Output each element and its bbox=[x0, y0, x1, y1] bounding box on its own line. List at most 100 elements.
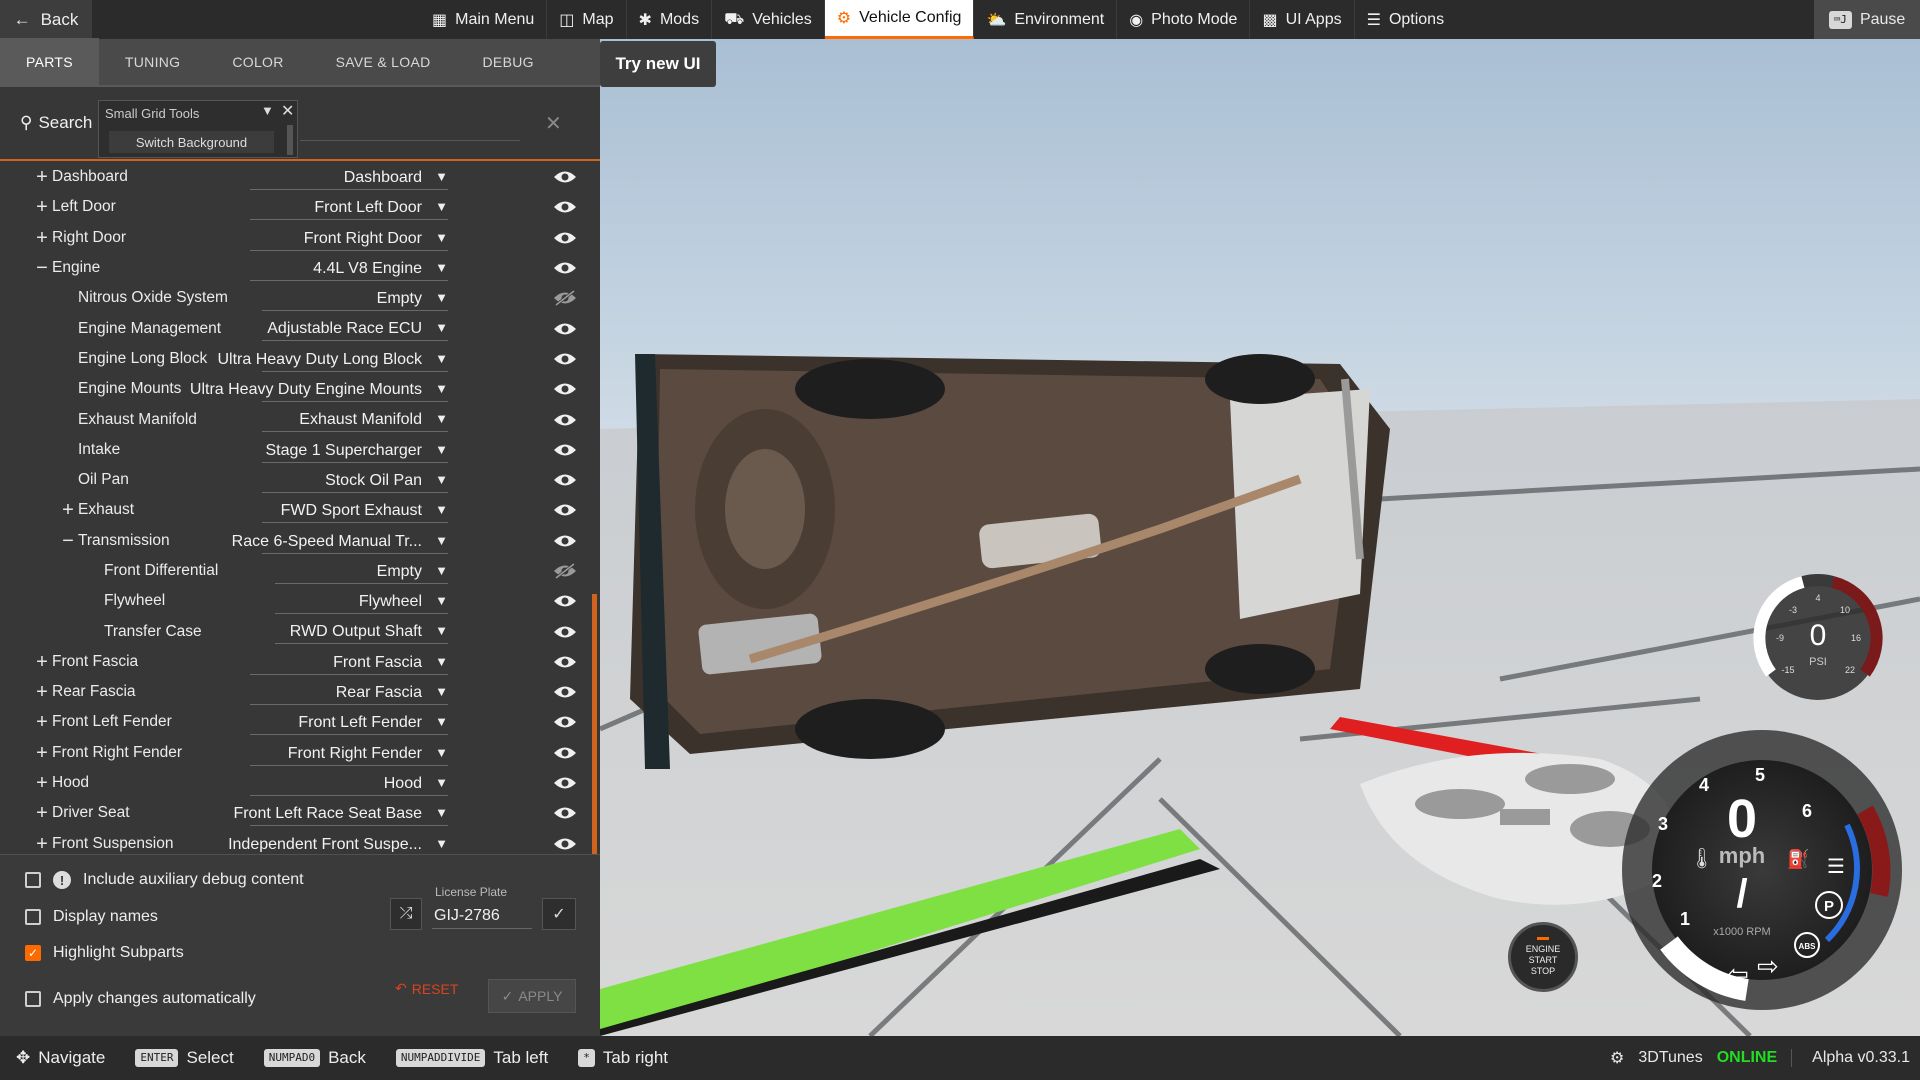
reset-button[interactable]: ↶ RESET bbox=[395, 980, 458, 997]
part-select[interactable]: Front Left Fender ▼ bbox=[250, 711, 448, 736]
expand-icon[interactable]: + bbox=[34, 197, 50, 217]
option-display-names[interactable]: Display names bbox=[25, 908, 158, 926]
eye-icon[interactable] bbox=[553, 745, 577, 761]
license-plate-input[interactable] bbox=[432, 903, 532, 929]
pause-button[interactable]: ⌨J Pause bbox=[1814, 0, 1920, 39]
part-select[interactable]: Empty ▼ bbox=[262, 287, 448, 312]
close-icon[interactable]: ✕ bbox=[281, 101, 294, 121]
part-select[interactable]: Ultra Heavy Duty Long Block ▼ bbox=[217, 348, 448, 372]
try-new-ui-button[interactable]: Try new UI bbox=[600, 41, 716, 87]
part-select[interactable]: Stock Oil Pan ▼ bbox=[262, 469, 448, 493]
search-input[interactable] bbox=[300, 115, 520, 141]
expand-icon[interactable]: + bbox=[34, 712, 50, 732]
part-select[interactable]: Stage 1 Supercharger ▼ bbox=[262, 439, 448, 463]
eye-icon[interactable] bbox=[553, 230, 577, 246]
expand-icon[interactable]: + bbox=[34, 652, 50, 672]
grid-tools-scrollbar[interactable] bbox=[287, 125, 293, 155]
expand-icon[interactable]: + bbox=[34, 228, 50, 248]
eye-icon[interactable] bbox=[553, 169, 577, 185]
eye-icon[interactable] bbox=[553, 836, 577, 852]
tab-save-load[interactable]: SAVE & LOAD bbox=[310, 38, 457, 86]
eye-icon[interactable] bbox=[553, 321, 577, 337]
highlight-subparts-checkbox[interactable]: ✓ bbox=[25, 945, 41, 961]
part-select[interactable]: Race 6-Speed Manual Tr... ▼ bbox=[232, 530, 448, 554]
switch-background-button[interactable]: Switch Background bbox=[109, 131, 274, 153]
part-select-value: Front Right Fender bbox=[287, 744, 422, 762]
nav-vehicle-config[interactable]: ⚙ Vehicle Config bbox=[824, 0, 975, 39]
confirm-plate-button[interactable]: ✓ bbox=[542, 898, 576, 930]
filter-icon[interactable]: ▼ bbox=[261, 103, 274, 118]
expand-icon[interactable]: + bbox=[34, 803, 50, 823]
back-button[interactable]: ← Back bbox=[0, 0, 92, 39]
tab-parts[interactable]: PARTS bbox=[0, 38, 99, 86]
part-select[interactable]: Front Left Door ▼ bbox=[250, 196, 448, 221]
eye-icon[interactable] bbox=[553, 502, 577, 518]
tab-color[interactable]: COLOR bbox=[206, 38, 309, 86]
nav-options[interactable]: ☰ Options bbox=[1355, 0, 1456, 39]
collapse-icon[interactable]: − bbox=[60, 531, 76, 551]
eye-icon[interactable] bbox=[553, 351, 577, 367]
nav-main-menu[interactable]: ▦ Main Menu bbox=[420, 0, 548, 39]
expand-icon[interactable]: + bbox=[34, 834, 50, 852]
3d-viewport[interactable]: 0 PSI -15 -9 -3 4 10 16 22 1 2 3 4 5 6 0… bbox=[600, 39, 1920, 1036]
part-select[interactable]: Front Fascia ▼ bbox=[250, 651, 448, 675]
eye-icon[interactable] bbox=[553, 684, 577, 700]
part-select[interactable]: Front Right Fender ▼ bbox=[250, 742, 448, 766]
eye-icon[interactable] bbox=[553, 714, 577, 730]
collapse-icon[interactable]: − bbox=[34, 258, 50, 278]
nav-environment[interactable]: ⛅ Environment bbox=[974, 0, 1118, 39]
apply-button[interactable]: ✓ APPLY bbox=[488, 979, 576, 1013]
eye-icon[interactable] bbox=[553, 260, 577, 276]
parts-list-scrollbar[interactable] bbox=[592, 594, 597, 859]
part-select[interactable]: Front Right Door ▼ bbox=[250, 227, 448, 251]
option-apply-auto[interactable]: Apply changes automatically bbox=[25, 990, 256, 1008]
part-select[interactable]: Front Left Race Seat Base ▼ bbox=[233, 802, 448, 827]
part-select[interactable]: Independent Front Suspe... ▼ bbox=[228, 833, 448, 852]
eye-icon[interactable] bbox=[553, 381, 577, 397]
part-select[interactable]: RWD Output Shaft ▼ bbox=[275, 620, 448, 645]
chevron-down-icon: ▼ bbox=[435, 471, 448, 487]
tab-tuning[interactable]: TUNING bbox=[99, 38, 206, 86]
part-select[interactable]: Rear Fascia ▼ bbox=[250, 681, 448, 706]
close-icon[interactable]: ✕ bbox=[545, 111, 562, 136]
randomize-plate-button[interactable]: ⤮ bbox=[390, 898, 422, 930]
nav-ui-apps[interactable]: ▩ UI Apps bbox=[1250, 0, 1355, 39]
eye-icon[interactable] bbox=[553, 624, 577, 640]
part-select[interactable]: Exhaust Manifold ▼ bbox=[262, 408, 448, 433]
eye-icon[interactable] bbox=[553, 472, 577, 488]
part-select[interactable]: FWD Sport Exhaust ▼ bbox=[262, 499, 448, 524]
eye-icon[interactable] bbox=[553, 533, 577, 549]
option-include-debug[interactable]: ! Include auxiliary debug content bbox=[25, 871, 304, 889]
eye-icon[interactable] bbox=[553, 805, 577, 821]
expand-icon[interactable]: + bbox=[34, 743, 50, 763]
option-highlight-subparts[interactable]: ✓ Highlight Subparts bbox=[25, 944, 184, 962]
eye-off-icon[interactable] bbox=[553, 290, 577, 307]
part-select[interactable]: 4.4L V8 Engine ▼ bbox=[250, 257, 448, 281]
eye-icon[interactable] bbox=[553, 775, 577, 791]
expand-icon[interactable]: + bbox=[34, 682, 50, 702]
eye-icon[interactable] bbox=[553, 442, 577, 458]
eye-off-icon[interactable] bbox=[553, 563, 577, 579]
expand-icon[interactable]: + bbox=[60, 500, 76, 520]
part-select[interactable]: Flywheel ▼ bbox=[275, 590, 448, 615]
nav-map[interactable]: ◫ Map bbox=[547, 0, 627, 39]
part-select[interactable]: Ultra Heavy Duty Engine Mounts ▼ bbox=[190, 378, 448, 403]
part-select[interactable]: Adjustable Race ECU ▼ bbox=[262, 317, 448, 342]
part-select[interactable]: Hood ▼ bbox=[250, 772, 448, 796]
nav-mods[interactable]: ✱ Mods bbox=[627, 0, 713, 39]
part-select[interactable]: Dashboard ▼ bbox=[250, 166, 448, 190]
apply-auto-checkbox[interactable] bbox=[25, 991, 41, 1007]
eye-icon[interactable] bbox=[553, 199, 577, 215]
eye-icon[interactable] bbox=[553, 412, 577, 428]
nav-vehicles[interactable]: ⛟ Vehicles bbox=[712, 0, 825, 39]
engine-start-stop-button[interactable]: ENGINE START STOP bbox=[1508, 922, 1578, 992]
eye-icon[interactable] bbox=[553, 654, 577, 670]
display-names-checkbox[interactable] bbox=[25, 909, 41, 925]
expand-icon[interactable]: + bbox=[34, 167, 50, 187]
eye-icon[interactable] bbox=[553, 593, 577, 609]
include-debug-checkbox[interactable] bbox=[25, 872, 41, 888]
tab-debug[interactable]: DEBUG bbox=[457, 38, 560, 86]
expand-icon[interactable]: + bbox=[34, 773, 50, 793]
nav-photo-mode[interactable]: ◉ Photo Mode bbox=[1117, 0, 1251, 39]
part-select[interactable]: Empty ▼ bbox=[275, 560, 448, 584]
